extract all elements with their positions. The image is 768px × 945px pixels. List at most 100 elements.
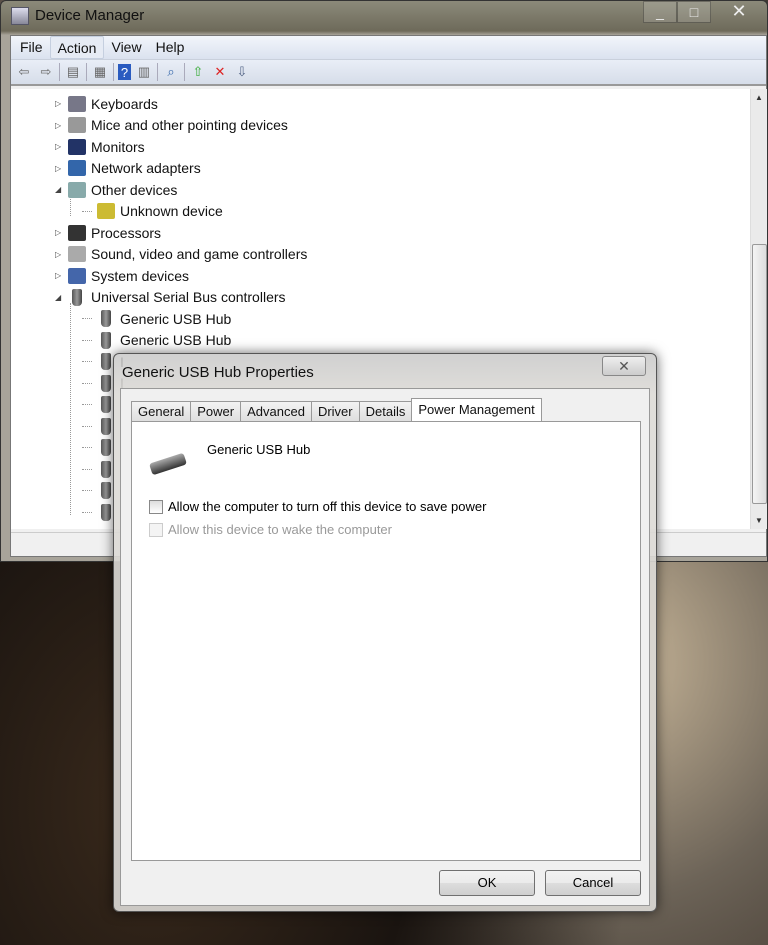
- tab-driver[interactable]: Driver: [310, 401, 360, 423]
- checkbox-box: [149, 522, 163, 537]
- cancel-button[interactable]: Cancel: [545, 870, 641, 896]
- monitor-icon: [68, 138, 86, 155]
- tree-item[interactable]: ▷ Network adapters: [55, 158, 201, 179]
- window-title: Device Manager: [35, 7, 145, 24]
- mouse-icon: [68, 117, 86, 133]
- allow-wake-checkbox: Allow this device to wake the computer: [149, 522, 392, 537]
- expand-arrow-icon[interactable]: ▷: [55, 99, 63, 108]
- tree-item[interactable]: Unknown device: [82, 201, 223, 222]
- maximize-button[interactable]: □: [677, 1, 711, 23]
- tree-item[interactable]: ▷ System devices: [55, 265, 189, 286]
- usb-icon: [101, 331, 111, 349]
- allow-turn-off-checkbox[interactable]: Allow the computer to turn off this devi…: [149, 499, 486, 514]
- tree-connector: [82, 490, 92, 491]
- usb-icon: [101, 374, 111, 392]
- tree-item-label: Generic USB Hub: [120, 332, 232, 348]
- tree-item-label: Monitors: [91, 138, 145, 155]
- device-name: Generic USB Hub: [207, 442, 311, 457]
- unknown-icon: [97, 203, 115, 219]
- tree-connector: [82, 339, 92, 341]
- tree-connector: [82, 404, 92, 405]
- back-icon[interactable]: ⇦: [15, 64, 33, 80]
- tree-item-label: Processors: [91, 224, 162, 241]
- device-manager-app-icon: [11, 7, 29, 25]
- tree-connector: [82, 511, 92, 513]
- expand-arrow-icon[interactable]: ▷: [55, 121, 63, 130]
- tab-strip: General Power Advanced Driver Details Po…: [131, 398, 542, 423]
- tree-item-label: Unknown device: [120, 203, 223, 219]
- tree-item-label: Universal Serial Bus controllers: [91, 289, 286, 305]
- vertical-scrollbar[interactable]: ▲ ▼: [750, 89, 767, 529]
- expand-arrow-icon[interactable]: ▷: [55, 164, 63, 173]
- forward-icon[interactable]: ⇨: [37, 64, 55, 80]
- disable-icon[interactable]: ⇩: [233, 64, 251, 80]
- update-driver-icon[interactable]: ⇧: [189, 64, 207, 80]
- expand-arrow-icon[interactable]: ▷: [55, 228, 63, 237]
- tree-connector: [82, 361, 92, 362]
- properties-icon[interactable]: ▦: [91, 64, 109, 80]
- scroll-down-arrow[interactable]: ▼: [751, 516, 767, 525]
- tree-connector: [82, 382, 92, 384]
- collapse-arrow-icon[interactable]: ◢: [55, 185, 63, 194]
- menu-help[interactable]: Help: [149, 36, 192, 59]
- tab-power-management[interactable]: Power Management: [411, 398, 542, 423]
- expand-arrow-icon[interactable]: ▷: [55, 142, 63, 151]
- scan-hardware-icon[interactable]: ⌕: [162, 64, 180, 80]
- tree-item-label: Sound, video and game controllers: [91, 246, 308, 262]
- dialog-close-button[interactable]: ✕: [602, 356, 646, 376]
- scrollbar-thumb[interactable]: [752, 244, 767, 504]
- usb-icon: [101, 396, 111, 413]
- show-hide-console-tree-icon[interactable]: ▤: [64, 64, 82, 80]
- usb-icon: [101, 310, 111, 327]
- expand-arrow-icon[interactable]: ▷: [55, 250, 63, 259]
- checkbox-label: Allow the computer to turn off this devi…: [168, 499, 487, 514]
- tab-details[interactable]: Details: [358, 401, 413, 423]
- tree-item-label: Generic USB Hub: [120, 310, 232, 327]
- usb-icon: [101, 503, 111, 521]
- tree-item[interactable]: ▷ Monitors: [55, 136, 145, 157]
- tree-item[interactable]: Generic USB Hub: [82, 330, 231, 351]
- checkbox-box[interactable]: [149, 499, 163, 514]
- tree-item[interactable]: ▷ Processors: [55, 222, 161, 243]
- tree-item[interactable]: ▷ Mice and other pointing devices: [55, 115, 288, 136]
- usb-icon: [72, 288, 82, 306]
- ok-button[interactable]: OK: [439, 870, 535, 896]
- usb-icon: [101, 439, 111, 456]
- power-management-panel: Generic USB Hub Allow the computer to tu…: [131, 421, 641, 861]
- scroll-up-arrow[interactable]: ▲: [751, 93, 767, 102]
- tree-item[interactable]: ▷ Sound, video and game controllers: [55, 244, 307, 265]
- tree-connector: [82, 468, 92, 470]
- show-action-pane-icon[interactable]: ▥: [135, 64, 153, 80]
- other-icon: [68, 181, 86, 198]
- tree-connector: [82, 210, 92, 212]
- minimize-button[interactable]: _: [643, 1, 677, 23]
- properties-dialog: Generic USB Hub Properties ✕ General Pow…: [113, 353, 657, 912]
- checkbox-label: Allow this device to wake the computer: [168, 522, 392, 537]
- collapse-arrow-icon[interactable]: ◢: [55, 293, 63, 302]
- usb-icon: [101, 353, 111, 370]
- tab-power[interactable]: Power: [190, 401, 242, 423]
- close-button[interactable]: ✕: [711, 1, 767, 23]
- system-icon: [68, 267, 86, 284]
- menu-file[interactable]: File: [13, 36, 50, 59]
- help-icon[interactable]: ?: [118, 64, 131, 80]
- tab-advanced[interactable]: Advanced: [240, 401, 312, 423]
- network-icon: [68, 160, 86, 176]
- uninstall-icon[interactable]: ✕: [211, 64, 229, 80]
- sound-icon: [68, 246, 86, 262]
- tab-general[interactable]: General: [131, 401, 192, 423]
- tree-item-label: Keyboards: [91, 95, 158, 112]
- tree-item[interactable]: ▷ Keyboards: [55, 93, 158, 114]
- tree-item[interactable]: ◢ Universal Serial Bus controllers: [55, 287, 286, 308]
- usb-icon: [101, 460, 111, 478]
- toolbar: ⇦ ⇨ ▤ ▦ ? ▥ ⌕ ⇧ ✕ ⇩: [11, 60, 766, 86]
- usb-device-icon: [149, 452, 187, 476]
- menu-view[interactable]: View: [104, 36, 148, 59]
- tree-item-label: Network adapters: [91, 160, 201, 176]
- menu-action[interactable]: Action: [49, 36, 105, 59]
- usb-icon: [101, 417, 111, 435]
- tree-item[interactable]: Generic USB Hub: [82, 308, 231, 329]
- tree-item-label: Other devices: [91, 181, 178, 198]
- expand-arrow-icon[interactable]: ▷: [55, 271, 63, 280]
- tree-item[interactable]: ◢ Other devices: [55, 179, 177, 200]
